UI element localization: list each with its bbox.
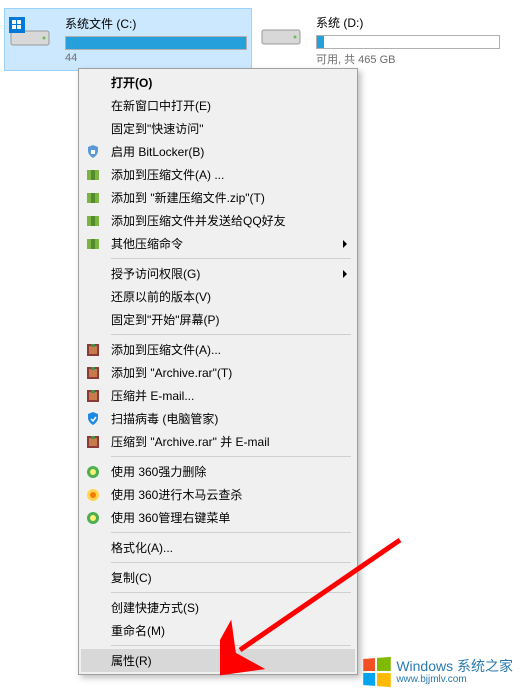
menu-other-compress[interactable]: 其他压缩命令 xyxy=(81,232,355,255)
blank-icon xyxy=(85,653,101,669)
blank-icon xyxy=(85,98,101,114)
submenu-arrow-icon xyxy=(343,240,347,248)
context-menu: 打开(O) 在新窗口中打开(E) 固定到"快速访问" 启用 BitLocker(… xyxy=(78,68,358,675)
winrar-icon xyxy=(85,388,101,404)
360-icon xyxy=(85,464,101,480)
separator xyxy=(111,592,351,593)
blank-icon xyxy=(85,266,101,282)
separator xyxy=(111,532,351,533)
menu-properties[interactable]: 属性(R) xyxy=(81,649,355,672)
separator xyxy=(111,258,351,259)
watermark-url: www.bjjmlv.com xyxy=(396,674,513,685)
separator xyxy=(111,562,351,563)
archive-icon xyxy=(85,167,101,183)
menu-add-archive-qq[interactable]: 添加到压缩文件并发送给QQ好友 xyxy=(81,209,355,232)
blank-icon xyxy=(85,121,101,137)
menu-open-new-window[interactable]: 在新窗口中打开(E) xyxy=(81,94,355,117)
menu-winrar-add-a[interactable]: 添加到压缩文件(A)... xyxy=(81,338,355,361)
drive-d-label: 系统 (D:) xyxy=(316,14,500,31)
drive-d[interactable]: 系统 (D:) 可用, 共 465 GB xyxy=(256,8,504,71)
menu-360-trojan[interactable]: 使用 360进行木马云查杀 xyxy=(81,483,355,506)
menu-winrar-email[interactable]: 压缩并 E-mail... xyxy=(81,384,355,407)
winrar-icon xyxy=(85,342,101,358)
drive-d-icon xyxy=(260,12,308,48)
watermark-title: Windows 系统之家 xyxy=(396,659,513,674)
menu-grant-access[interactable]: 授予访问权限(G) xyxy=(81,262,355,285)
blank-icon xyxy=(85,312,101,328)
blank-icon xyxy=(85,540,101,556)
drive-c-info: 系统文件 (C:) 44 xyxy=(65,13,247,64)
drive-d-space: 可用, 共 465 GB xyxy=(316,51,500,67)
menu-winrar-add-archive[interactable]: 添加到 "Archive.rar"(T) xyxy=(81,361,355,384)
menu-360-rightclick[interactable]: 使用 360管理右键菜单 xyxy=(81,506,355,529)
menu-add-archive-new[interactable]: 添加到 "新建压缩文件.zip"(T) xyxy=(81,186,355,209)
archive-icon xyxy=(85,236,101,252)
windows-logo-icon xyxy=(364,657,392,687)
drive-c[interactable]: 系统文件 (C:) 44 xyxy=(4,8,252,71)
winrar-icon xyxy=(85,365,101,381)
drive-c-progress xyxy=(65,36,247,50)
menu-winrar-archive-email[interactable]: 压缩到 "Archive.rar" 并 E-mail xyxy=(81,430,355,453)
menu-360-force-delete[interactable]: 使用 360强力删除 xyxy=(81,460,355,483)
drive-c-icon xyxy=(9,13,57,49)
archive-icon xyxy=(85,213,101,229)
watermark: Windows 系统之家 www.bjjmlv.com xyxy=(362,658,513,686)
menu-open[interactable]: 打开(O) xyxy=(81,71,355,94)
menu-pin-start[interactable]: 固定到"开始"屏幕(P) xyxy=(81,308,355,331)
menu-format[interactable]: 格式化(A)... xyxy=(81,536,355,559)
drive-c-label: 系统文件 (C:) xyxy=(65,15,247,32)
menu-copy[interactable]: 复制(C) xyxy=(81,566,355,589)
blank-icon xyxy=(85,623,101,639)
drive-d-progress xyxy=(316,35,500,49)
menu-add-archive-a[interactable]: 添加到压缩文件(A) ... xyxy=(81,163,355,186)
submenu-arrow-icon xyxy=(343,270,347,278)
archive-icon xyxy=(85,190,101,206)
menu-create-shortcut[interactable]: 创建快捷方式(S) xyxy=(81,596,355,619)
separator xyxy=(111,456,351,457)
blank-icon xyxy=(85,570,101,586)
menu-restore-previous[interactable]: 还原以前的版本(V) xyxy=(81,285,355,308)
menu-rename[interactable]: 重命名(M) xyxy=(81,619,355,642)
360-icon xyxy=(85,510,101,526)
blank-icon xyxy=(85,289,101,305)
menu-scan-virus[interactable]: 扫描病毒 (电脑管家) xyxy=(81,407,355,430)
360-yellow-icon xyxy=(85,487,101,503)
separator xyxy=(111,334,351,335)
blank-icon xyxy=(85,75,101,91)
shield-lock-icon xyxy=(85,144,101,160)
drive-c-space: 44 xyxy=(65,52,247,64)
menu-bitlocker[interactable]: 启用 BitLocker(B) xyxy=(81,140,355,163)
menu-pin-quick-access[interactable]: 固定到"快速访问" xyxy=(81,117,355,140)
drive-d-info: 系统 (D:) 可用, 共 465 GB xyxy=(316,12,500,67)
separator xyxy=(111,645,351,646)
shield-icon xyxy=(85,411,101,427)
winrar-icon xyxy=(85,434,101,450)
blank-icon xyxy=(85,600,101,616)
